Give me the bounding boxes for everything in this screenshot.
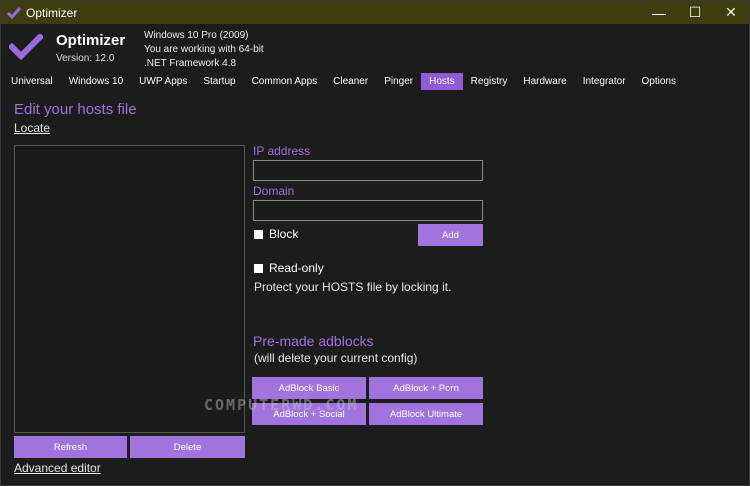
- tab-options[interactable]: Options: [634, 73, 684, 90]
- app-header: Optimizer Version: 12.0 Windows 10 Pro (…: [1, 24, 749, 72]
- os-info: Windows 10 Pro (2009): [144, 30, 249, 41]
- domain-input[interactable]: [253, 200, 483, 221]
- check-logo-icon: [9, 34, 43, 60]
- window-controls: — ☐ ✕: [641, 1, 749, 24]
- tab-pinger[interactable]: Pinger: [376, 73, 421, 90]
- tab-common-apps[interactable]: Common Apps: [244, 73, 326, 90]
- adblock-ultimate-button[interactable]: AdBlock Ultimate: [369, 403, 483, 425]
- ip-address-input[interactable]: [253, 160, 483, 181]
- adblocks-title: Pre-made adblocks: [253, 333, 374, 349]
- window-title: Optimizer: [26, 5, 78, 20]
- adblock-porn-button[interactable]: AdBlock + Porn: [369, 377, 483, 399]
- tab-startup[interactable]: Startup: [195, 73, 243, 90]
- domain-label: Domain: [253, 184, 295, 198]
- tab-windows-10[interactable]: Windows 10: [61, 73, 131, 90]
- hosts-panel: Edit your hosts file Locate Refresh Dele…: [1, 91, 749, 485]
- block-label: Block: [269, 227, 299, 241]
- check-logo-icon: [7, 6, 21, 19]
- app-name: Optimizer: [56, 32, 126, 49]
- framework-info: .NET Framework 4.8: [144, 58, 237, 69]
- readonly-checkbox-row[interactable]: Read-only: [254, 261, 324, 275]
- advanced-editor-link[interactable]: Advanced editor: [14, 461, 101, 475]
- watermark: COMPUTERWD.COM: [204, 396, 359, 414]
- tab-bar: Universal Windows 10 UWP Apps Startup Co…: [3, 73, 684, 90]
- tab-hardware[interactable]: Hardware: [515, 73, 574, 90]
- maximize-button[interactable]: ☐: [677, 1, 713, 24]
- system-info: Windows 10 Pro (2009) You are working wi…: [144, 29, 264, 71]
- readonly-label: Read-only: [269, 261, 324, 275]
- close-button[interactable]: ✕: [713, 1, 749, 24]
- app-version: Version: 12.0: [56, 53, 115, 64]
- title-bar: Optimizer — ☐ ✕: [1, 1, 749, 24]
- arch-info: You are working with 64-bit: [144, 44, 264, 55]
- tab-universal[interactable]: Universal: [3, 73, 61, 90]
- readonly-checkbox[interactable]: [254, 263, 263, 273]
- adblocks-subtitle: (will delete your current config): [254, 351, 418, 365]
- refresh-button[interactable]: Refresh: [14, 436, 127, 458]
- block-checkbox-row[interactable]: Block: [254, 227, 298, 241]
- add-button[interactable]: Add: [418, 224, 483, 246]
- delete-button[interactable]: Delete: [130, 436, 245, 458]
- readonly-info: Protect your HOSTS file by locking it.: [254, 280, 452, 294]
- locate-link[interactable]: Locate: [14, 121, 50, 135]
- block-checkbox[interactable]: [254, 229, 263, 239]
- page-title: Edit your hosts file: [14, 101, 137, 118]
- minimize-button[interactable]: —: [641, 1, 677, 24]
- hosts-list[interactable]: [14, 145, 245, 433]
- ip-address-label: IP address: [253, 144, 311, 158]
- tab-integrator[interactable]: Integrator: [575, 73, 634, 90]
- tab-hosts[interactable]: Hosts: [421, 73, 463, 90]
- tab-uwp-apps[interactable]: UWP Apps: [131, 73, 195, 90]
- tab-cleaner[interactable]: Cleaner: [325, 73, 376, 90]
- app-window: Optimizer — ☐ ✕ Optimizer Version: 12.0 …: [0, 0, 750, 486]
- tab-registry[interactable]: Registry: [463, 73, 516, 90]
